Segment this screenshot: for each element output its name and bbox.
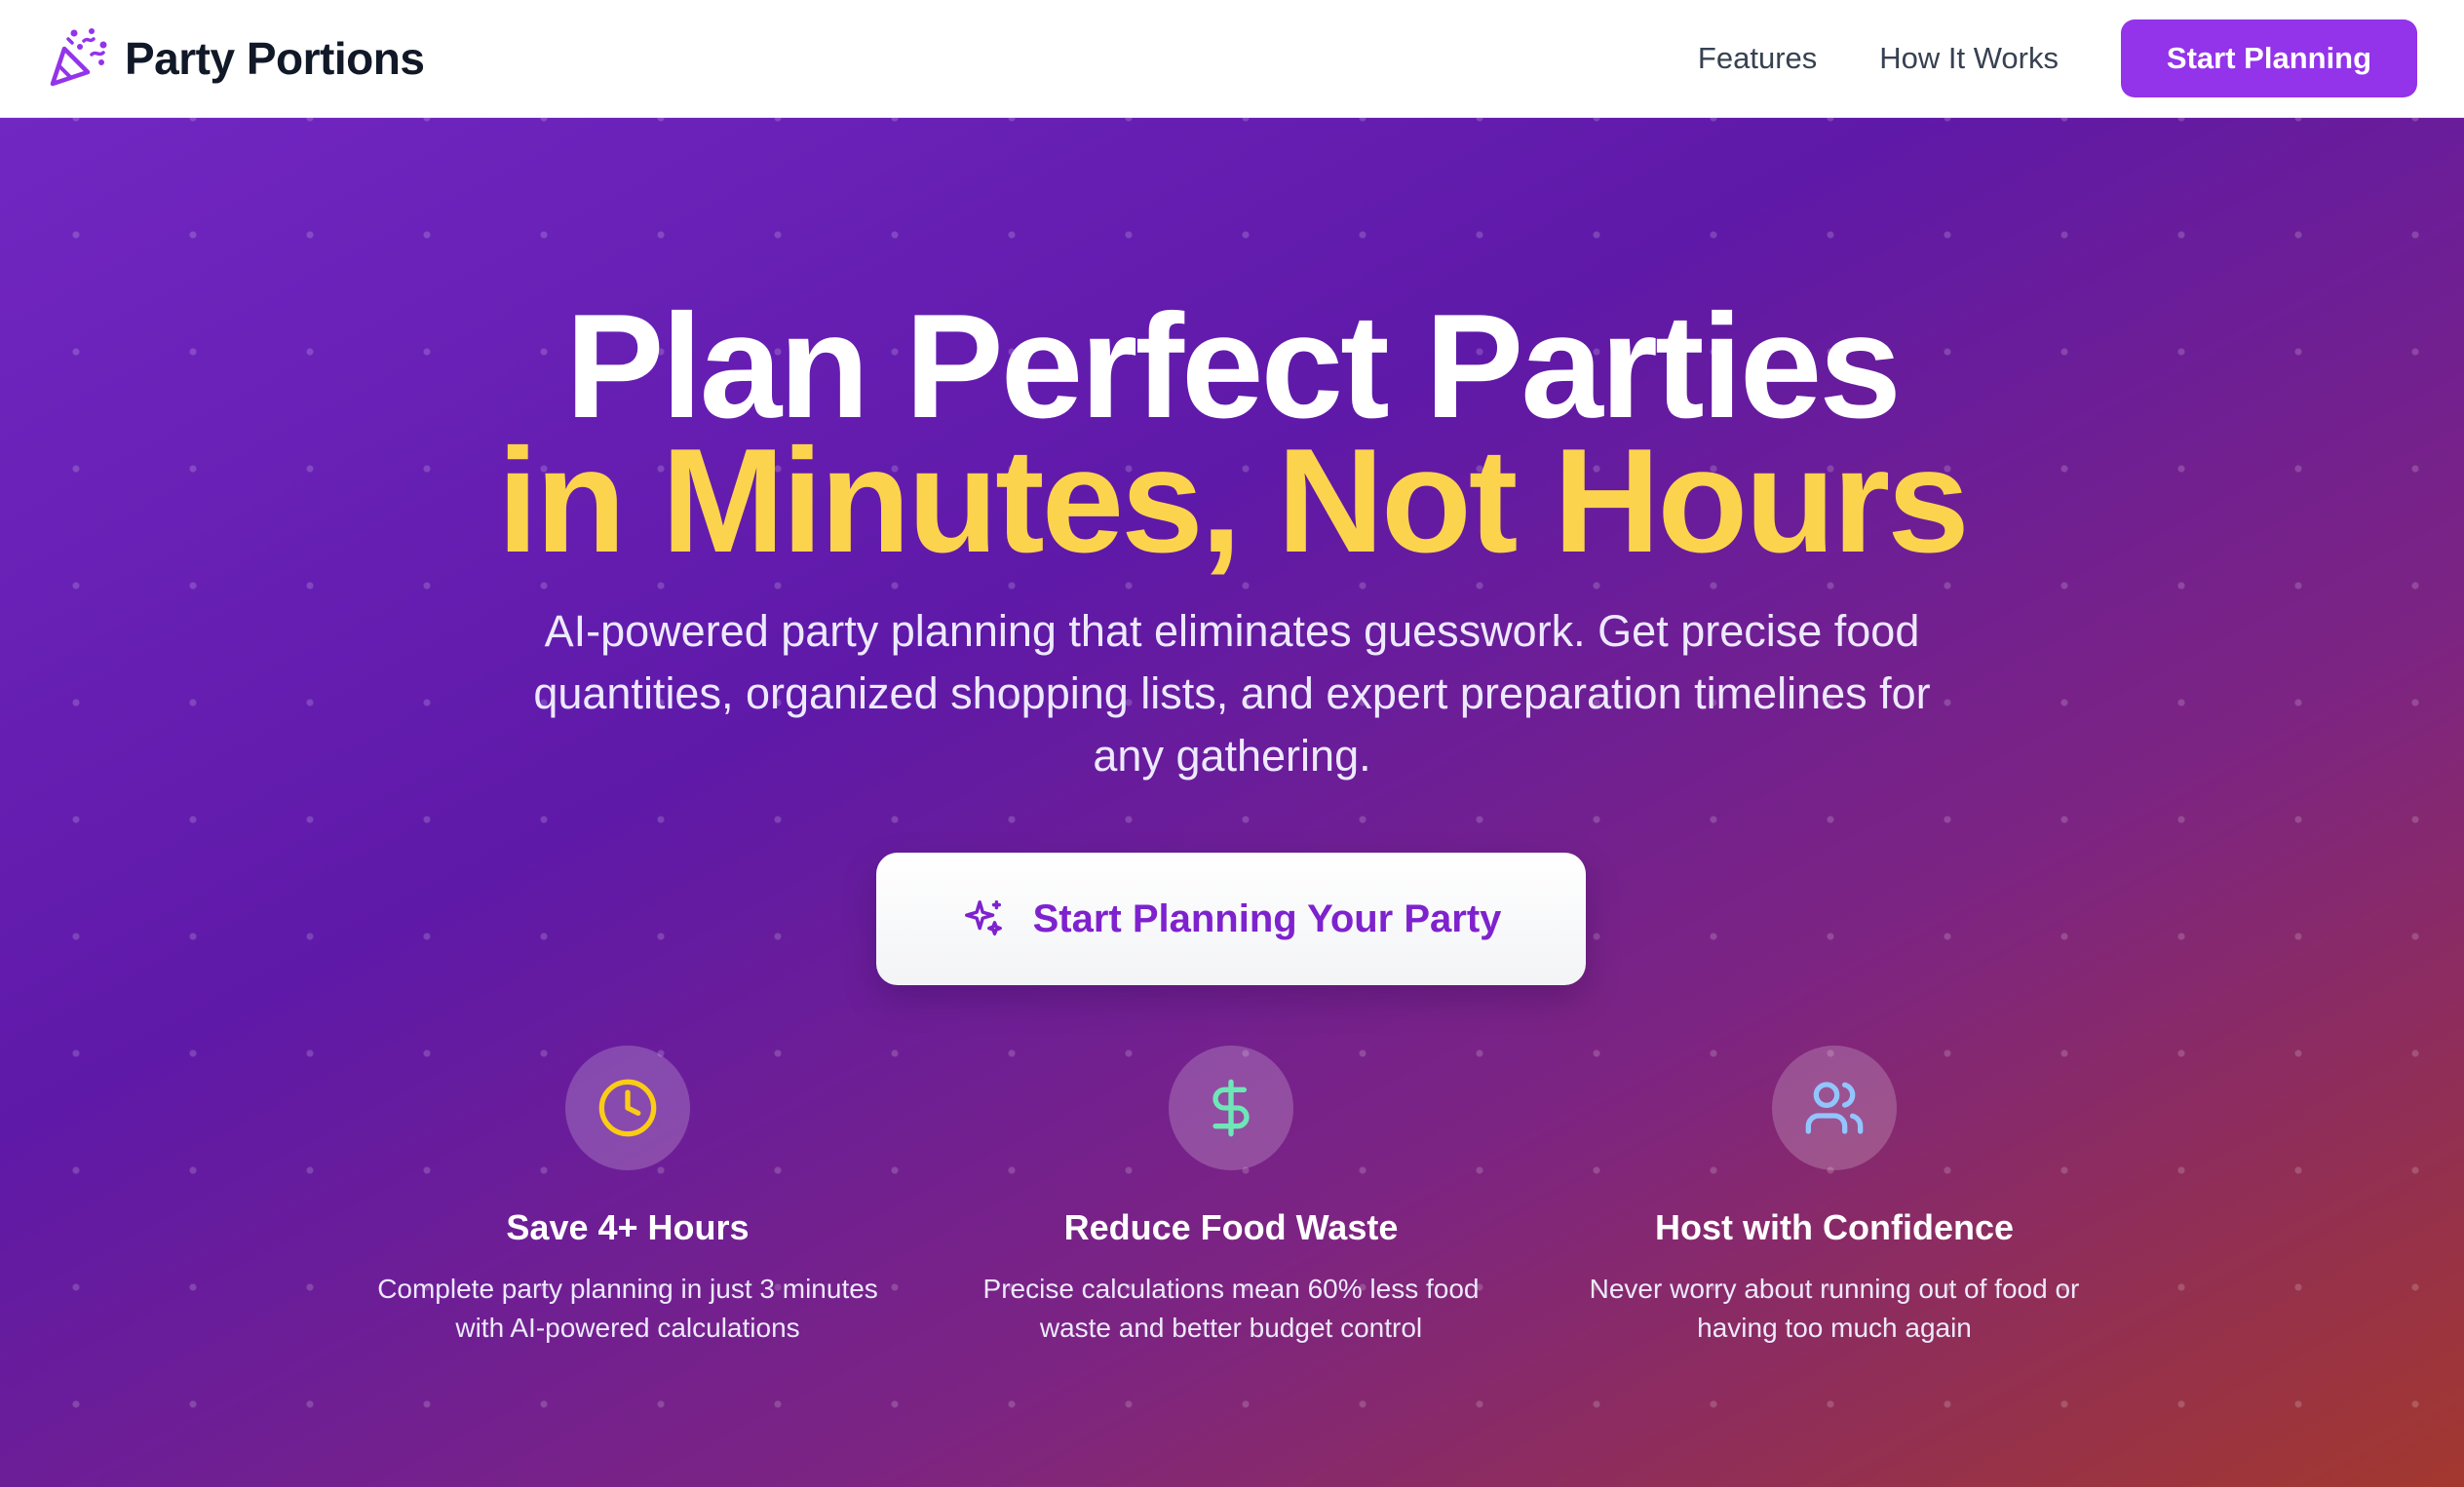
nav-link-features[interactable]: Features [1698,41,1817,76]
start-planning-button[interactable]: Start Planning [2121,19,2417,97]
feature-icon-badge [565,1046,690,1170]
cta-label: Start Planning Your Party [1032,896,1502,940]
feature-reduce-waste: Reduce Food Waste Precise calculations m… [958,1046,1504,1348]
users-icon [1805,1082,1864,1134]
feature-title: Save 4+ Hours [506,1207,750,1247]
sparkles-icon [964,900,1002,936]
party-popper-icon [50,28,107,87]
feature-icon-badge [1772,1046,1897,1170]
hero-section: Plan Perfect Parties in Minutes, Not Hou… [0,118,2464,1487]
clock-icon [598,1079,657,1137]
feature-description: Precise calculations mean 60% less food … [982,1274,1480,1343]
feature-title: Reduce Food Waste [1063,1207,1399,1247]
feature-save-hours: Save 4+ Hours Complete party planning in… [355,1046,901,1348]
dollar-icon [1213,1079,1250,1137]
feature-icon-badge [1169,1046,1293,1170]
nav-links: Features How It Works Start Planning [1698,19,2417,97]
top-nav: Party Portions Features How It Works Sta… [0,0,2464,118]
nav-link-how-it-works[interactable]: How It Works [1879,41,2059,76]
feature-title: Host with Confidence [1655,1207,2014,1247]
brand[interactable]: Party Portions [47,27,425,90]
hero-subtitle: AI-powered party planning that eliminate… [533,606,1931,781]
start-planning-your-party-button[interactable]: Start Planning Your Party [876,853,1586,985]
feature-host-confidence: Host with Confidence Never worry about r… [1561,1046,2107,1348]
brand-name: Party Portions [125,33,425,84]
feature-description: Complete party planning in just 3 minute… [377,1274,878,1343]
hero-title-line2: in Minutes, Not Hours [497,418,1970,584]
feature-description: Never worry about running out of food or… [1589,1274,2080,1343]
